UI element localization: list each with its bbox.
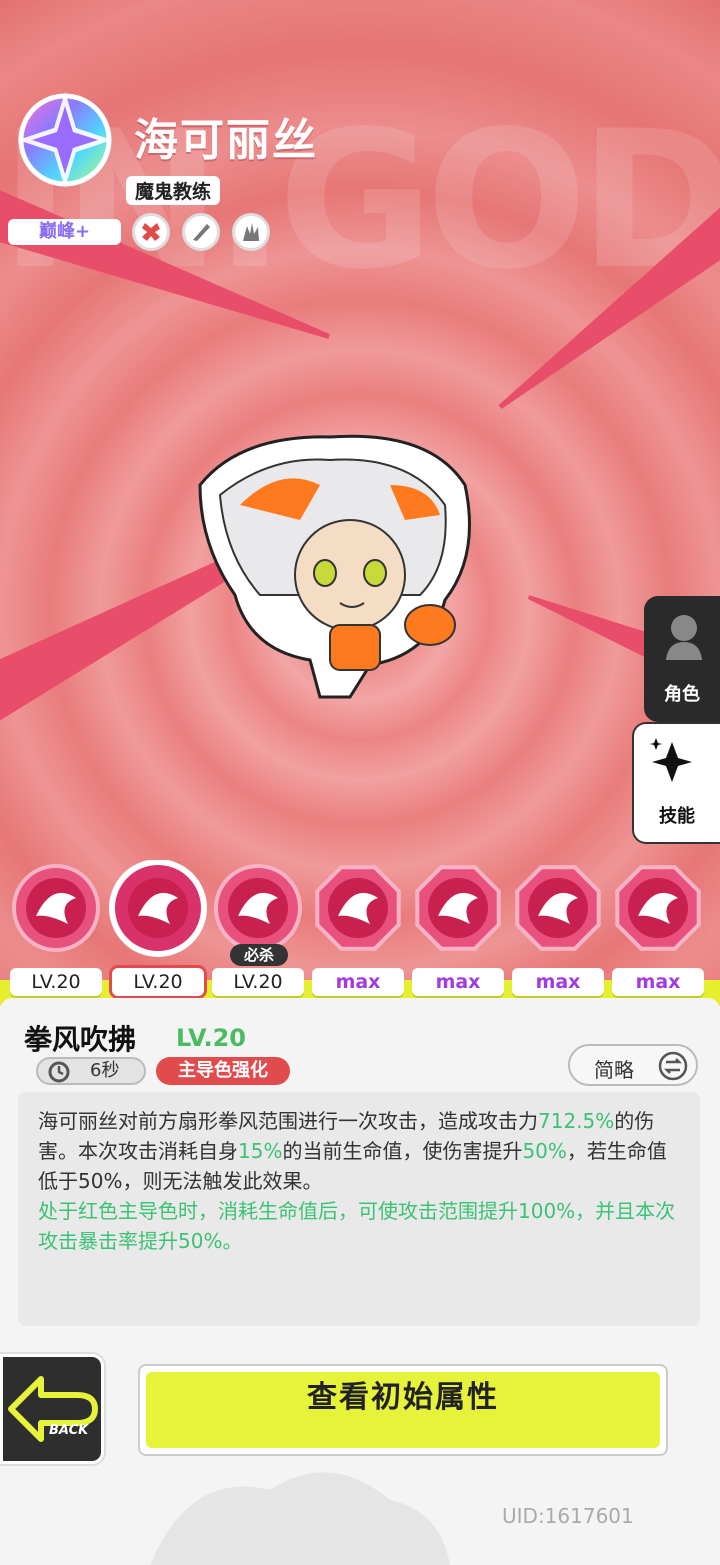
user-id: UID:1617601 (502, 1504, 634, 1528)
tab-skill-label: 技能 (659, 806, 695, 827)
skill-name: 拳风吹拂 (24, 1023, 137, 1056)
blade-icon (182, 213, 220, 251)
cooldown-pill: 6秒 (36, 1057, 146, 1085)
desc-text: 海可丽丝对前方扇形拳风范围进行一次攻击，造成攻击力 (38, 1109, 538, 1133)
skill-level-label: max (312, 968, 404, 996)
red-element-icon (132, 213, 170, 251)
view-initial-attributes-button[interactable]: 查看初始属性 (138, 1364, 668, 1456)
tab-character-label: 角色 (664, 684, 700, 705)
skill-icons (12, 860, 701, 957)
decor-doodle (150, 1472, 450, 1565)
claw-icon (232, 213, 270, 251)
rank-badge: 巅峰+ (8, 219, 121, 245)
brief-toggle-button[interactable]: 简略 (568, 1044, 698, 1086)
star-burst-icon[interactable] (315, 865, 401, 951)
swap-arrows-icon (658, 1051, 688, 1081)
skill-level: LV.20 (176, 1024, 246, 1052)
character-sprite (198, 434, 471, 699)
boom-icon[interactable] (214, 864, 302, 952)
skill-level-label: LV.20 (10, 968, 102, 996)
desc-value: 712.5% (538, 1109, 615, 1133)
skill-level-label: LV.20 (212, 968, 304, 996)
tab-skill[interactable]: 技能 (632, 722, 720, 844)
character-stage: IN.GOD 海可丽丝 魔鬼教练 巅峰+ (0, 0, 720, 985)
clock-icon (48, 1061, 70, 1083)
back-label: BACK (49, 1423, 89, 1438)
up-arrow-icon[interactable] (415, 865, 501, 951)
sparkle-star-icon (650, 738, 692, 782)
wind-fist-icon[interactable] (109, 860, 207, 957)
desc-text: 的当前生命值，使伤害提升 (282, 1139, 523, 1163)
vortex-icon[interactable] (515, 865, 601, 951)
desc-value: 50% (522, 1139, 567, 1163)
back-button[interactable]: BACK (0, 1354, 104, 1464)
swirl-star-icon[interactable] (615, 865, 701, 951)
rank-star-badge-icon (18, 92, 112, 188)
fist-spin-icon[interactable] (12, 864, 100, 952)
character-title-tag: 魔鬼教练 (126, 176, 221, 205)
skill-level-label: max (612, 968, 704, 996)
cooldown-value: 6秒 (90, 1060, 120, 1081)
tab-character[interactable]: 角色 (644, 596, 720, 722)
view-initial-attributes-label: 查看初始属性 (146, 1372, 660, 1448)
brief-label: 简略 (594, 1058, 634, 1082)
ultimate-badge: 必杀 (230, 944, 288, 966)
boost-tag: 主导色强化 (156, 1057, 290, 1085)
desc-enhance-text: 处于红色主导色时，消耗生命值后，可使攻击范围提升100%，并且本次攻击暴击率提升… (38, 1199, 676, 1253)
skill-level-label: max (412, 968, 504, 996)
skill-level-label: max (512, 968, 604, 996)
person-icon (666, 615, 702, 660)
skill-description: 海可丽丝对前方扇形拳风范围进行一次攻击，造成攻击力712.5%的伤害。本次攻击消… (18, 1092, 700, 1326)
character-name: 海可丽丝 (134, 115, 318, 166)
desc-value: 15% (238, 1139, 283, 1163)
skill-level-label: LV.20 (112, 968, 204, 996)
